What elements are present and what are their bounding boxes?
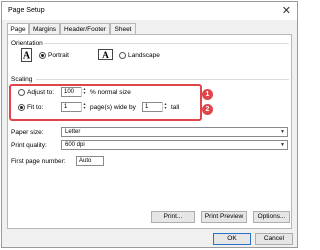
annotation-badge-2: 2: [202, 104, 213, 115]
fit-wide-suffix: page(s) wide by: [90, 104, 136, 111]
fit-to-label[interactable]: Fit to:: [27, 104, 43, 111]
tab-margins[interactable]: Margins: [29, 23, 60, 34]
svg-text:A: A: [102, 50, 109, 60]
print-preview-button[interactable]: Print Preview: [201, 211, 247, 223]
cancel-button[interactable]: Cancel: [255, 233, 293, 245]
close-icon[interactable]: ✕: [282, 4, 291, 17]
paper-size-label: Paper size:: [11, 129, 44, 136]
print-quality-select[interactable]: 600 dpi ▼: [61, 140, 288, 150]
landscape-label[interactable]: Landscape: [128, 52, 160, 59]
adjust-to-suffix: % normal size: [90, 89, 131, 96]
print-quality-label: Print quality:: [11, 142, 47, 149]
adjust-to-spinner[interactable]: ▲ ▼: [81, 87, 87, 97]
annotation-badge-1: 1: [202, 89, 213, 100]
fit-wide-spinner[interactable]: ▲ ▼: [81, 102, 87, 112]
first-page-number-label: First page number:: [11, 158, 66, 165]
adjust-to-radio[interactable]: [18, 89, 25, 96]
tab-sheet[interactable]: Sheet: [110, 23, 136, 34]
scaling-divider: [36, 79, 289, 80]
page-setup-dialog: Page Setup ✕ Page Margins Header/Footer …: [1, 1, 298, 248]
title-bar: Page Setup ✕: [2, 2, 297, 20]
first-page-number-input[interactable]: Auto: [76, 156, 104, 166]
fit-tall-spinner[interactable]: ▲ ▼: [162, 102, 168, 112]
options-button[interactable]: Options...: [253, 211, 290, 223]
page-tab-panel: Orientation A Portrait A Landscape Scali…: [7, 34, 292, 229]
fit-tall-suffix: tall: [171, 104, 180, 111]
portrait-label[interactable]: Portrait: [48, 52, 69, 59]
orientation-divider: [44, 43, 289, 44]
svg-text:A: A: [23, 51, 31, 62]
adjust-to-label[interactable]: Adjust to:: [27, 89, 54, 96]
print-button[interactable]: Print...: [151, 211, 195, 223]
fit-to-radio[interactable]: [18, 104, 25, 111]
orientation-group-label: Orientation: [11, 40, 43, 47]
portrait-page-icon: A: [21, 48, 32, 62]
dialog-title: Page Setup: [8, 7, 45, 14]
chevron-down-icon: ▼: [280, 142, 285, 148]
tab-header-footer[interactable]: Header/Footer: [60, 23, 110, 34]
scaling-group-label: Scaling: [11, 76, 33, 83]
paper-size-select[interactable]: Letter ▼: [61, 127, 288, 137]
chevron-down-icon: ▼: [280, 129, 285, 135]
ok-button[interactable]: OK: [213, 233, 251, 245]
portrait-radio[interactable]: [39, 52, 46, 59]
landscape-radio[interactable]: [119, 52, 126, 59]
landscape-page-icon: A: [98, 49, 113, 60]
